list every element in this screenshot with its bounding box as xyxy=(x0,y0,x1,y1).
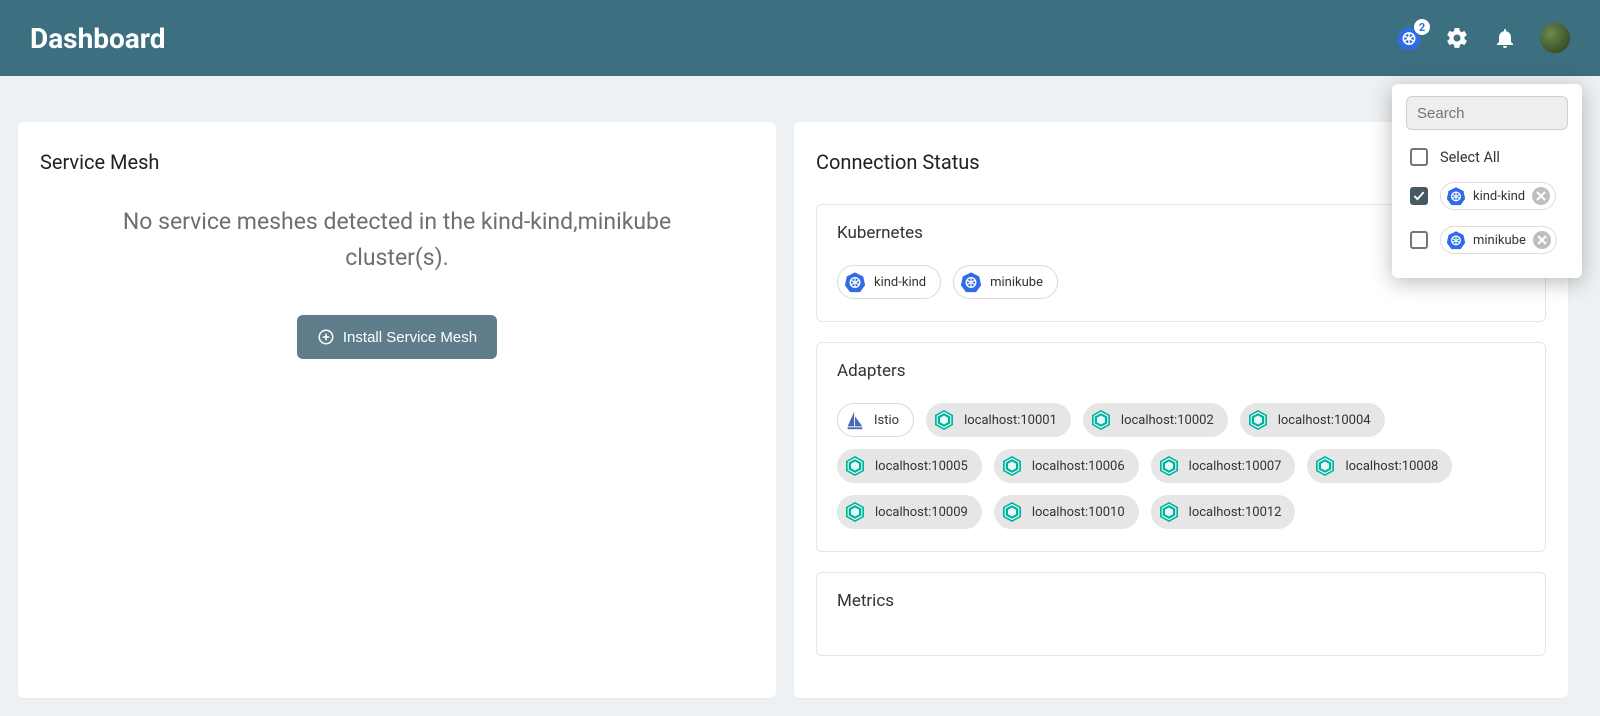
close-icon xyxy=(1532,187,1550,205)
chip-label: localhost:10010 xyxy=(1032,505,1125,520)
topbar: Dashboard 2 xyxy=(0,0,1600,76)
context-checkbox[interactable] xyxy=(1410,187,1428,205)
chip-label: localhost:10012 xyxy=(1189,505,1282,520)
kubernetes-icon xyxy=(960,271,982,293)
context-chip: kind-kind xyxy=(1440,182,1556,210)
chip-label: kind-kind xyxy=(874,275,926,290)
notifications-button[interactable] xyxy=(1492,25,1518,51)
context-option-row[interactable]: kind-kind xyxy=(1400,174,1574,218)
select-all-row[interactable]: Select All xyxy=(1400,140,1574,174)
service-mesh-title: Service Mesh xyxy=(40,150,754,174)
k8s-context-badge: 2 xyxy=(1414,19,1430,35)
metrics-title: Metrics xyxy=(837,591,1525,611)
select-all-checkbox[interactable] xyxy=(1410,148,1428,166)
k8s-context-dropdown: Select All kind-kind minikube xyxy=(1392,84,1582,278)
meshery-icon xyxy=(843,500,867,524)
adapter-chip[interactable]: localhost:10004 xyxy=(1240,403,1385,437)
search-input[interactable] xyxy=(1417,105,1600,122)
install-service-mesh-button[interactable]: Install Service Mesh xyxy=(297,315,497,359)
adapter-chip-istio[interactable]: Istio xyxy=(837,403,914,437)
adapters-section: Adapters Istio localhost:10001 localhost:1… xyxy=(816,342,1546,552)
settings-button[interactable] xyxy=(1444,25,1470,51)
chip-label: localhost:10004 xyxy=(1278,413,1371,428)
meshery-icon xyxy=(1313,454,1337,478)
gear-icon xyxy=(1445,26,1469,50)
chip-label: minikube xyxy=(990,275,1043,290)
istio-icon xyxy=(844,409,866,431)
chip-label: localhost:10008 xyxy=(1345,459,1438,474)
adapter-chip[interactable]: localhost:10007 xyxy=(1151,449,1296,483)
chip-label: localhost:10009 xyxy=(875,505,968,520)
plus-circle-icon xyxy=(317,328,335,346)
adapter-chip[interactable]: localhost:10005 xyxy=(837,449,982,483)
page-title: Dashboard xyxy=(30,22,166,55)
kubernetes-icon xyxy=(844,271,866,293)
context-label: kind-kind xyxy=(1473,189,1525,204)
chip-label: localhost:10001 xyxy=(964,413,1057,428)
context-chip: minikube xyxy=(1440,226,1557,254)
kubernetes-icon xyxy=(1446,186,1466,206)
topbar-actions: 2 xyxy=(1396,23,1570,53)
meshery-icon xyxy=(1246,408,1270,432)
chip-label: localhost:10007 xyxy=(1189,459,1282,474)
meshery-icon xyxy=(932,408,956,432)
meshery-icon xyxy=(1157,454,1181,478)
avatar[interactable] xyxy=(1540,23,1570,53)
chip-label: localhost:10006 xyxy=(1032,459,1125,474)
adapter-chip[interactable]: localhost:10002 xyxy=(1083,403,1228,437)
context-search[interactable] xyxy=(1406,96,1568,130)
adapter-chip[interactable]: localhost:10001 xyxy=(926,403,1071,437)
k8s-cluster-chip[interactable]: kind-kind xyxy=(837,265,941,299)
k8s-context-button[interactable]: 2 xyxy=(1396,25,1422,51)
k8s-cluster-chip[interactable]: minikube xyxy=(953,265,1058,299)
context-option-row[interactable]: minikube xyxy=(1400,218,1574,262)
service-mesh-empty-message: No service meshes detected in the kind-k… xyxy=(97,204,697,275)
bell-icon xyxy=(1493,26,1517,50)
close-icon xyxy=(1533,231,1551,249)
select-all-label: Select All xyxy=(1440,149,1500,166)
context-checkbox[interactable] xyxy=(1410,231,1428,249)
meshery-icon xyxy=(1157,500,1181,524)
adapter-chip[interactable]: localhost:10012 xyxy=(1151,495,1296,529)
context-label: minikube xyxy=(1473,233,1526,248)
adapter-chip[interactable]: localhost:10008 xyxy=(1307,449,1452,483)
install-button-label: Install Service Mesh xyxy=(343,329,477,346)
meshery-icon xyxy=(1089,408,1113,432)
remove-context-button[interactable] xyxy=(1533,231,1551,249)
metrics-section: Metrics xyxy=(816,572,1546,656)
service-mesh-card: Service Mesh No service meshes detected … xyxy=(18,122,776,698)
kubernetes-icon xyxy=(1446,230,1466,250)
adapter-chip[interactable]: localhost:10010 xyxy=(994,495,1139,529)
chip-label: localhost:10005 xyxy=(875,459,968,474)
chip-label: localhost:10002 xyxy=(1121,413,1214,428)
adapter-chip[interactable]: localhost:10009 xyxy=(837,495,982,529)
meshery-icon xyxy=(1000,454,1024,478)
adapter-chip[interactable]: localhost:10006 xyxy=(994,449,1139,483)
meshery-icon xyxy=(843,454,867,478)
chip-label: Istio xyxy=(874,413,899,428)
remove-context-button[interactable] xyxy=(1532,187,1550,205)
adapters-title: Adapters xyxy=(837,361,1525,381)
meshery-icon xyxy=(1000,500,1024,524)
